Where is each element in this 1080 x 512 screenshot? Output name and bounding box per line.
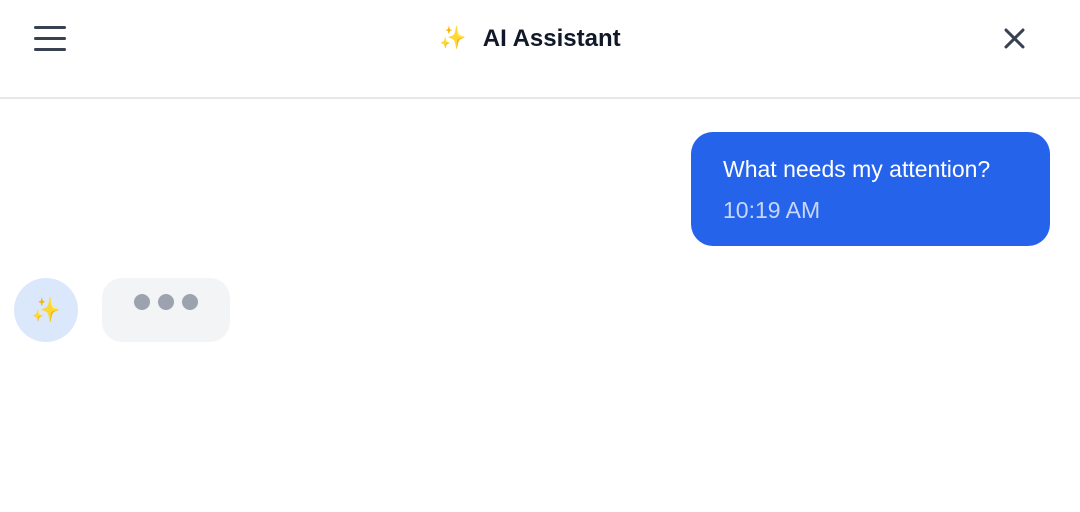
- user-message-bubble: What needs my attention? 10:19 AM: [691, 132, 1050, 246]
- chat-header: ✨ AI Assistant: [0, 0, 1080, 99]
- header-title-group: ✨ AI Assistant: [0, 22, 1080, 56]
- sparkles-icon: ✨: [439, 26, 467, 51]
- typing-dot: [158, 294, 174, 310]
- close-icon[interactable]: [1000, 24, 1028, 52]
- user-message-text: What needs my attention?: [723, 156, 991, 182]
- page-title: AI Assistant: [482, 25, 621, 52]
- typing-dot: [182, 294, 198, 310]
- typing-dot: [134, 294, 150, 310]
- typing-indicator: [102, 278, 230, 342]
- user-message-timestamp: 10:19 AM: [723, 197, 821, 223]
- sparkles-icon: ✨: [31, 296, 61, 324]
- assistant-avatar: ✨: [14, 278, 78, 342]
